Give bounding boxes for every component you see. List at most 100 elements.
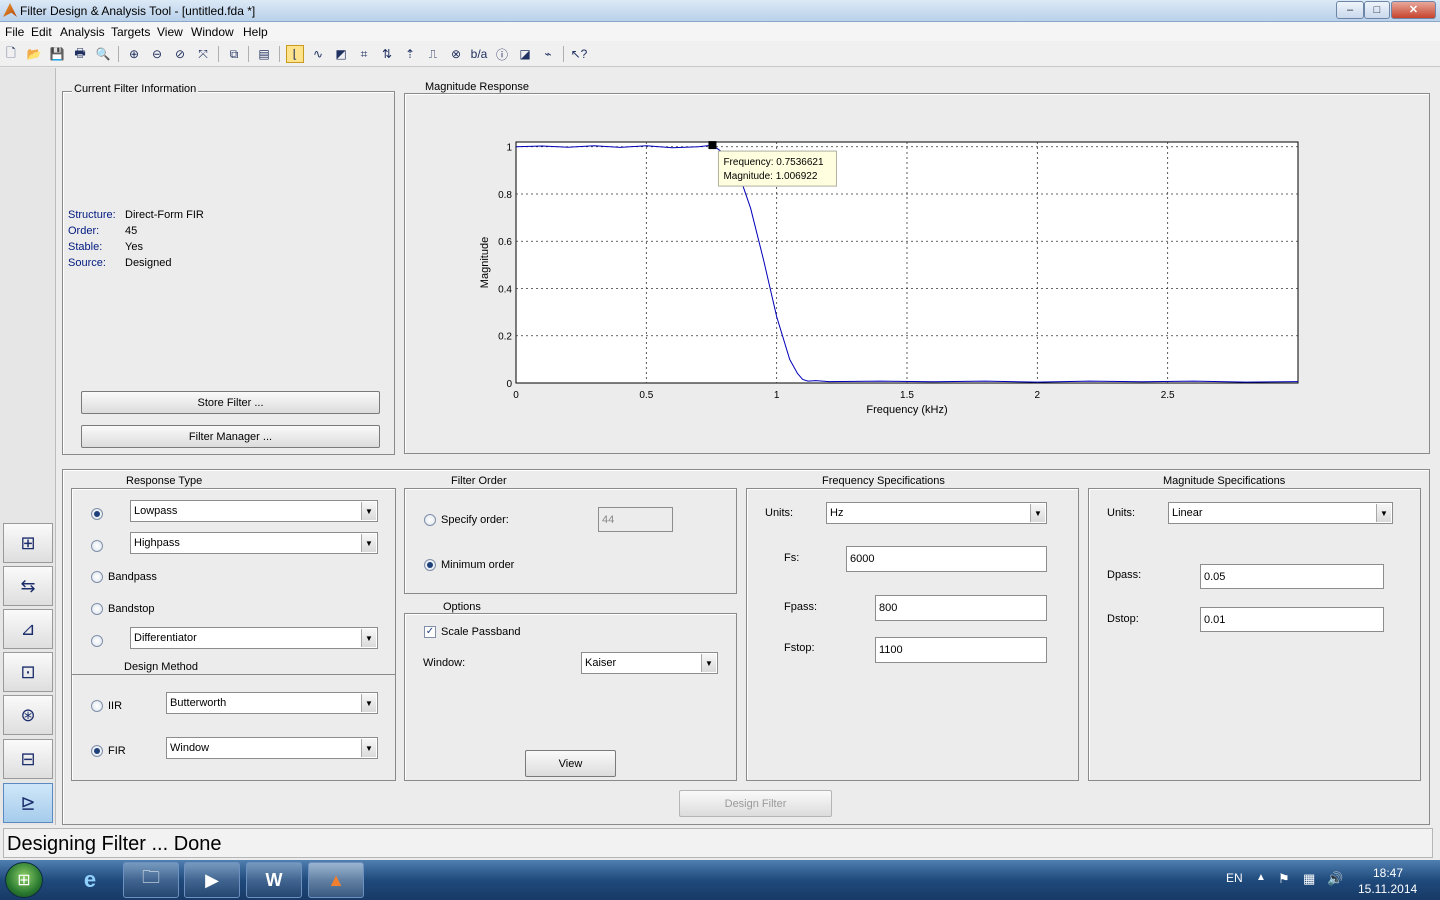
toolbar-separator (279, 46, 280, 62)
menu-window[interactable]: Window (191, 25, 234, 39)
dpass-input[interactable]: 0.05 (1200, 564, 1384, 589)
datatip-text: Frequency: 0.7536621 (723, 157, 824, 168)
differentiator-select[interactable]: Differentiator ▼ (130, 627, 378, 649)
clock-time[interactable]: 18:47 (1373, 866, 1403, 880)
highpass-select[interactable]: Highpass ▼ (130, 532, 378, 554)
order-input[interactable]: 44 (598, 507, 673, 532)
coefficients-icon[interactable]: b/a (470, 45, 488, 63)
lowpass-radio[interactable] (91, 508, 103, 520)
magnitude-response-chart[interactable]: 0 0.5 1 1.5 2 2.5 0 0.2 0.4 0.6 0.8 1 Frequency (kHz… (405, 94, 1429, 452)
menu-edit[interactable]: Edit (31, 25, 52, 39)
volume-icon[interactable]: 🔊 (1327, 871, 1343, 887)
toolbar-separator (218, 46, 219, 62)
menu-help[interactable]: Help (243, 25, 268, 39)
print-preview-icon[interactable]: 🔍 (94, 45, 112, 63)
maximize-button[interactable]: □ (1364, 1, 1390, 19)
action-center-icon[interactable]: ⚑ (1278, 871, 1290, 887)
minimum-order-radio[interactable] (424, 559, 436, 571)
new-icon[interactable]: 🗋 (2, 45, 20, 63)
menu-analysis[interactable]: Analysis (60, 25, 105, 39)
impulse-response-icon[interactable]: ⇡ (401, 45, 419, 63)
pole-zero-icon[interactable]: ⊗ (447, 45, 465, 63)
minimize-button[interactable]: – (1336, 1, 1364, 19)
magnitude-phase-icon[interactable]: ◩ (332, 45, 350, 63)
show-hidden-icons-icon[interactable]: ▲ (1256, 872, 1266, 883)
zoom-in-icon[interactable]: ⊕ (125, 45, 143, 63)
phase-delay-icon[interactable]: ⇅ (378, 45, 396, 63)
language-indicator[interactable]: EN (1226, 871, 1243, 885)
specify-order-radio[interactable] (424, 514, 436, 526)
new-figure-icon[interactable]: ⧉ (225, 45, 243, 63)
window-select[interactable]: Kaiser ▼ (581, 652, 718, 674)
fstop-input[interactable]: 1100 (875, 637, 1047, 663)
zoom-y-icon[interactable]: ⊘ (171, 45, 189, 63)
iir-method-select[interactable]: Butterworth ▼ (166, 692, 378, 714)
group-delay-icon[interactable]: ⌗ (355, 45, 373, 63)
pole-zero-editor-icon: ⊛ (20, 704, 36, 725)
mag-units-select[interactable]: Linear ▼ (1168, 502, 1393, 524)
differentiator-radio[interactable] (91, 635, 103, 647)
full-view-icon[interactable]: ⤧ (194, 45, 212, 63)
source-value: Designed (125, 257, 172, 269)
magnitude-response-icon[interactable]: ⌊ (286, 45, 304, 63)
quantization-icon: ⇆ (20, 575, 36, 596)
store-filter-button[interactable]: Store Filter ... (81, 391, 380, 414)
multirate-button[interactable]: ⊟ (3, 739, 53, 779)
matlab-taskbar-button[interactable]: ▲ (308, 862, 364, 898)
menu-view[interactable]: View (157, 25, 183, 39)
zoom-x-icon[interactable]: ⊖ (148, 45, 166, 63)
fs-input[interactable]: 6000 (846, 546, 1047, 572)
fir-radio[interactable] (91, 745, 103, 757)
fpass-input[interactable]: 800 (875, 595, 1047, 621)
open-icon[interactable]: 📂 (25, 45, 43, 63)
ie-taskbar-button[interactable]: e (62, 862, 118, 898)
menu-file[interactable]: File (5, 25, 24, 39)
iir-radio[interactable] (91, 700, 103, 712)
transform-filter-button[interactable]: ⊞ (3, 523, 53, 563)
round-off-noise-icon[interactable]: ⌁ (539, 45, 557, 63)
word-taskbar-button[interactable]: W (246, 862, 302, 898)
import-filter-button[interactable]: ⊡ (3, 652, 53, 692)
bandstop-radio[interactable] (91, 603, 103, 615)
freq-units-select[interactable]: Hz ▼ (826, 502, 1047, 524)
set-quantization-button[interactable]: ⇆ (3, 566, 53, 606)
x-tick-label: 2.5 (1161, 390, 1175, 401)
phase-response-icon[interactable]: ∿ (309, 45, 327, 63)
highpass-radio[interactable] (91, 540, 103, 552)
scale-passband-checkbox[interactable]: ✓ (424, 626, 436, 638)
design-icon: ⊵ (20, 792, 36, 813)
realize-model-button[interactable]: ⊿ (3, 609, 53, 649)
close-button[interactable]: ✕ (1391, 1, 1436, 19)
step-response-icon[interactable]: ⎍ (424, 45, 442, 63)
design-filter-button[interactable]: Design Filter (679, 790, 832, 817)
dpass-label: Dpass: (1107, 569, 1142, 581)
whats-this-icon[interactable]: ↖? (570, 45, 588, 63)
lowpass-select-value: Lowpass (134, 505, 178, 517)
fir-method-select[interactable]: Window ▼ (166, 737, 378, 759)
save-icon[interactable]: 💾 (48, 45, 66, 63)
network-icon[interactable]: ▦ (1303, 871, 1315, 887)
magnitude-estimate-icon[interactable]: ◪ (516, 45, 534, 63)
start-button[interactable]: ⊞ (5, 862, 43, 898)
menu-targets[interactable]: Targets (111, 25, 150, 39)
bandpass-radio[interactable] (91, 571, 103, 583)
filter-specs-icon[interactable]: ▤ (255, 45, 273, 63)
design-filter-tab-button[interactable]: ⊵ (3, 783, 53, 823)
filter-info-icon[interactable]: ⓘ (493, 45, 511, 63)
iir-label: IIR (108, 700, 123, 712)
filter-order-title: Filter Order (445, 475, 513, 487)
explorer-taskbar-button[interactable]: 🗀 (123, 862, 179, 898)
stable-label: Stable: (68, 241, 103, 253)
clock-date[interactable]: 15.11.2014 (1358, 882, 1417, 896)
filter-manager-button[interactable]: Filter Manager ... (81, 425, 380, 448)
pole-zero-editor-button[interactable]: ⊛ (3, 695, 53, 735)
print-icon[interactable]: 🖶 (71, 45, 89, 63)
window-titlebar[interactable]: Filter Design & Analysis Tool - [untitle… (0, 0, 1440, 22)
mag-units-label: Units: (1107, 507, 1136, 519)
design-method-title: Design Method (118, 661, 204, 673)
bandstop-label: Bandstop (108, 603, 155, 615)
media-player-taskbar-button[interactable]: ▶ (184, 862, 240, 898)
view-button[interactable]: View (525, 750, 616, 777)
lowpass-select[interactable]: Lowpass ▼ (130, 500, 378, 522)
dstop-input[interactable]: 0.01 (1200, 607, 1384, 632)
